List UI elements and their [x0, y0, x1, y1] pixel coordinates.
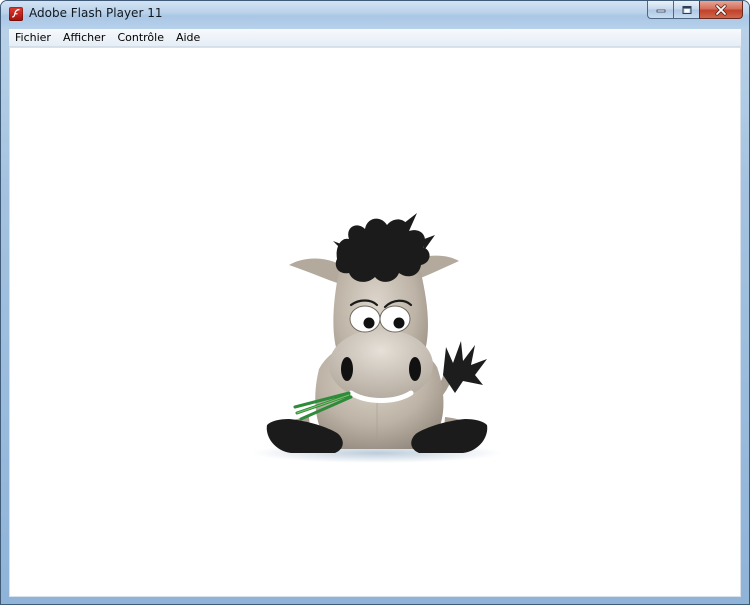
eye-right [379, 305, 411, 333]
menu-afficher[interactable]: Afficher [57, 29, 111, 46]
close-icon [715, 4, 727, 15]
nostril-right [409, 357, 421, 381]
menu-aide[interactable]: Aide [170, 29, 206, 46]
nostril-left [341, 357, 353, 381]
flash-player-icon[interactable] [9, 7, 23, 21]
maximize-icon [682, 5, 691, 14]
eye-left [349, 305, 381, 333]
minimize-button[interactable] [647, 1, 673, 19]
menu-controle[interactable]: Contrôle [111, 29, 170, 46]
minimize-icon [656, 9, 665, 12]
donkey-mascot-image [252, 213, 502, 463]
hair-tuft [335, 218, 430, 282]
menu-fichier[interactable]: Fichier [9, 29, 57, 46]
window-title: Adobe Flash Player 11 [29, 6, 163, 20]
pupil-right [393, 317, 405, 329]
tail-tuft [443, 341, 487, 393]
maximize-button[interactable] [673, 1, 699, 19]
app-window: Adobe Flash Player 11 Fichier Afficher C… [0, 0, 750, 605]
caption-buttons [647, 1, 743, 20]
title-bar[interactable]: Adobe Flash Player 11 [1, 1, 749, 28]
pupil-left [363, 317, 375, 329]
close-button[interactable] [699, 1, 743, 19]
menu-bar: Fichier Afficher Contrôle Aide [9, 29, 741, 47]
flash-stage[interactable] [9, 47, 741, 597]
